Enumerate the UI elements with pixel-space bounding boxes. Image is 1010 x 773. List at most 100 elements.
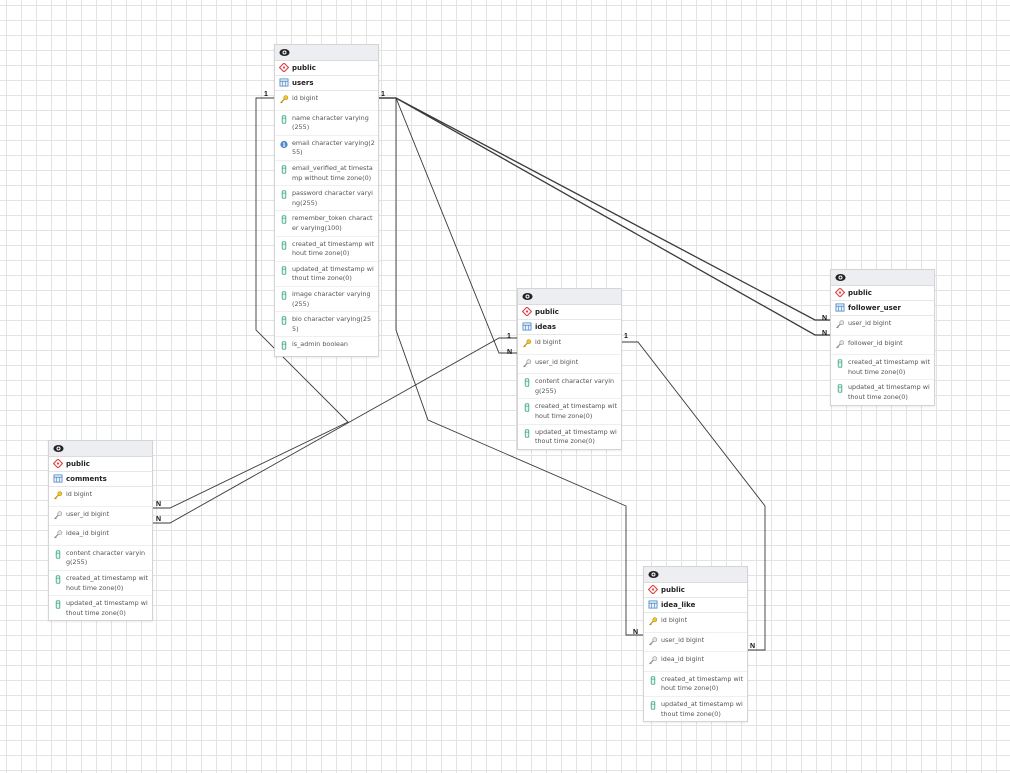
table-header[interactable] <box>275 45 378 61</box>
column-row[interactable]: 1 email character varying(255) <box>275 136 378 161</box>
foreign-key-icon <box>53 529 66 543</box>
column-row[interactable]: created_at timestamp without time zone(0… <box>831 355 934 381</box>
column-row[interactable]: updated_at timestamp without time zone(0… <box>644 697 747 721</box>
column-definition: image character varying(255) <box>292 289 371 308</box>
column-row[interactable]: email_verified_at timestamp without time… <box>275 161 378 187</box>
foreign-key-icon <box>648 636 661 650</box>
column-row[interactable]: updated_at timestamp without time zone(0… <box>831 380 934 404</box>
column-row[interactable]: content character varying(255) <box>518 374 621 400</box>
column-definition: created_at timestamp without time zone(0… <box>535 402 618 420</box>
column-row[interactable]: created_at timestamp without time zone(0… <box>49 571 152 597</box>
column-definition: updated_at timestamp without time zone(0… <box>661 699 743 718</box>
column-definition: created_at timestamp without time zone(0… <box>292 239 375 258</box>
column-definition: id bigint <box>66 490 93 498</box>
column-definition: updated_at timestamp without time zone(0… <box>292 264 374 283</box>
schema-icon <box>647 583 661 596</box>
cardinality-label: 1 <box>264 91 268 98</box>
foreign-key-icon <box>53 510 66 524</box>
column-row[interactable]: is_admin boolean <box>275 337 378 356</box>
table-header[interactable] <box>644 567 747 583</box>
cardinality-label: N <box>750 643 755 650</box>
column-row[interactable]: image character varying(255) <box>275 287 378 313</box>
table-icon <box>279 77 292 89</box>
table-name-row[interactable]: idea_like <box>644 598 747 613</box>
relation-users-ideas <box>379 97 517 354</box>
schema-icon <box>278 61 292 74</box>
table-header[interactable] <box>49 441 152 457</box>
column-row[interactable]: name character varying(255) <box>275 111 378 136</box>
column-icon <box>279 315 292 329</box>
table-name-row[interactable]: comments <box>49 472 152 487</box>
column-row[interactable]: user_id bigint <box>518 355 621 375</box>
column-icon <box>53 599 66 613</box>
column-definition: email character varying(255) <box>292 138 375 157</box>
column-definition: password character varying(255) <box>292 189 373 207</box>
column-definition: created_at timestamp without time zone(0… <box>848 358 931 376</box>
column-row[interactable]: updated_at timestamp without time zone(0… <box>275 262 378 287</box>
column-row[interactable]: idea_id bigint <box>644 652 747 672</box>
schema-name: public <box>535 308 559 316</box>
table-name-row[interactable]: users <box>275 76 378 91</box>
table-header[interactable] <box>518 289 621 305</box>
unique-icon: 1 <box>279 139 292 153</box>
table-card-ideas[interactable]: public ideas id bigint user_id bigint conten… <box>517 288 622 450</box>
table-name-row[interactable]: ideas <box>518 320 621 335</box>
primary-key-icon <box>279 94 292 108</box>
column-row[interactable]: created_at timestamp without time zone(0… <box>275 237 378 262</box>
table-name: follower_user <box>848 304 901 312</box>
table-header[interactable] <box>831 270 934 286</box>
svg-text:1: 1 <box>282 142 286 148</box>
foreign-key-icon <box>835 339 848 353</box>
column-icon <box>279 214 292 228</box>
column-row[interactable]: id bigint <box>275 91 378 111</box>
column-icon <box>648 700 661 714</box>
primary-key-icon <box>648 616 661 630</box>
table-card-users[interactable]: public users id bigint name character varyi… <box>274 44 379 357</box>
schema-row: public <box>644 583 747 598</box>
column-row[interactable]: bio character varying(255) <box>275 312 378 338</box>
cardinality-label: 1 <box>624 333 628 340</box>
cardinality-label: N <box>822 315 827 322</box>
column-icon <box>648 675 661 689</box>
column-row[interactable]: created_at timestamp without time zone(0… <box>644 672 747 697</box>
column-definition: idea_id bigint <box>66 529 109 538</box>
schema-icon <box>834 286 848 299</box>
column-row[interactable]: created_at timestamp without time zone(0… <box>518 399 621 425</box>
cardinality-label: N <box>822 330 827 337</box>
table-icon <box>648 599 661 611</box>
column-row[interactable]: content character varying(255) <box>49 546 152 571</box>
table-name-row[interactable]: follower_user <box>831 301 934 316</box>
column-row[interactable]: follower_id bigint <box>831 336 934 356</box>
column-row[interactable]: updated_at timestamp without time zone(0… <box>518 425 621 449</box>
column-definition: user_id bigint <box>535 357 579 366</box>
column-row[interactable]: user_id bigint <box>831 316 934 336</box>
column-icon <box>279 114 292 128</box>
table-name: idea_like <box>661 601 696 609</box>
column-row[interactable]: password character varying(255) <box>275 186 378 212</box>
column-definition: idea_id bigint <box>661 655 704 664</box>
column-definition: user_id bigint <box>848 319 892 327</box>
schema-row: public <box>49 457 152 472</box>
table-name: users <box>292 79 314 87</box>
column-row[interactable]: updated_at timestamp without time zone(0… <box>49 596 152 620</box>
schema-name: public <box>292 64 316 72</box>
column-row[interactable]: idea_id bigint <box>49 526 152 546</box>
schema-row: public <box>831 286 934 301</box>
column-definition: bio character varying(255) <box>292 315 372 333</box>
column-row[interactable]: id bigint <box>644 613 747 633</box>
table-card-idea_like[interactable]: public idea_likeid bigint user_id bigint id… <box>643 566 748 723</box>
column-row[interactable]: user_id bigint <box>49 507 152 527</box>
table-card-comments[interactable]: public comments id bigint user_id bigint ide… <box>48 440 153 622</box>
table-card-follower_user[interactable]: public follower_user user_id bigint followe… <box>830 269 935 406</box>
column-definition: updated_at timestamp without time zone(0… <box>848 383 930 401</box>
primary-key-icon <box>522 338 535 352</box>
schema-name: public <box>66 460 90 468</box>
column-row[interactable]: id bigint <box>518 335 621 355</box>
column-row[interactable]: id bigint <box>49 487 152 507</box>
column-definition: is_admin boolean <box>292 340 348 349</box>
column-icon <box>522 428 535 442</box>
schema-name: public <box>848 289 872 297</box>
column-definition: id bigint <box>661 616 688 624</box>
column-row[interactable]: remember_token character varying(100) <box>275 211 378 237</box>
column-row[interactable]: user_id bigint <box>644 633 747 653</box>
